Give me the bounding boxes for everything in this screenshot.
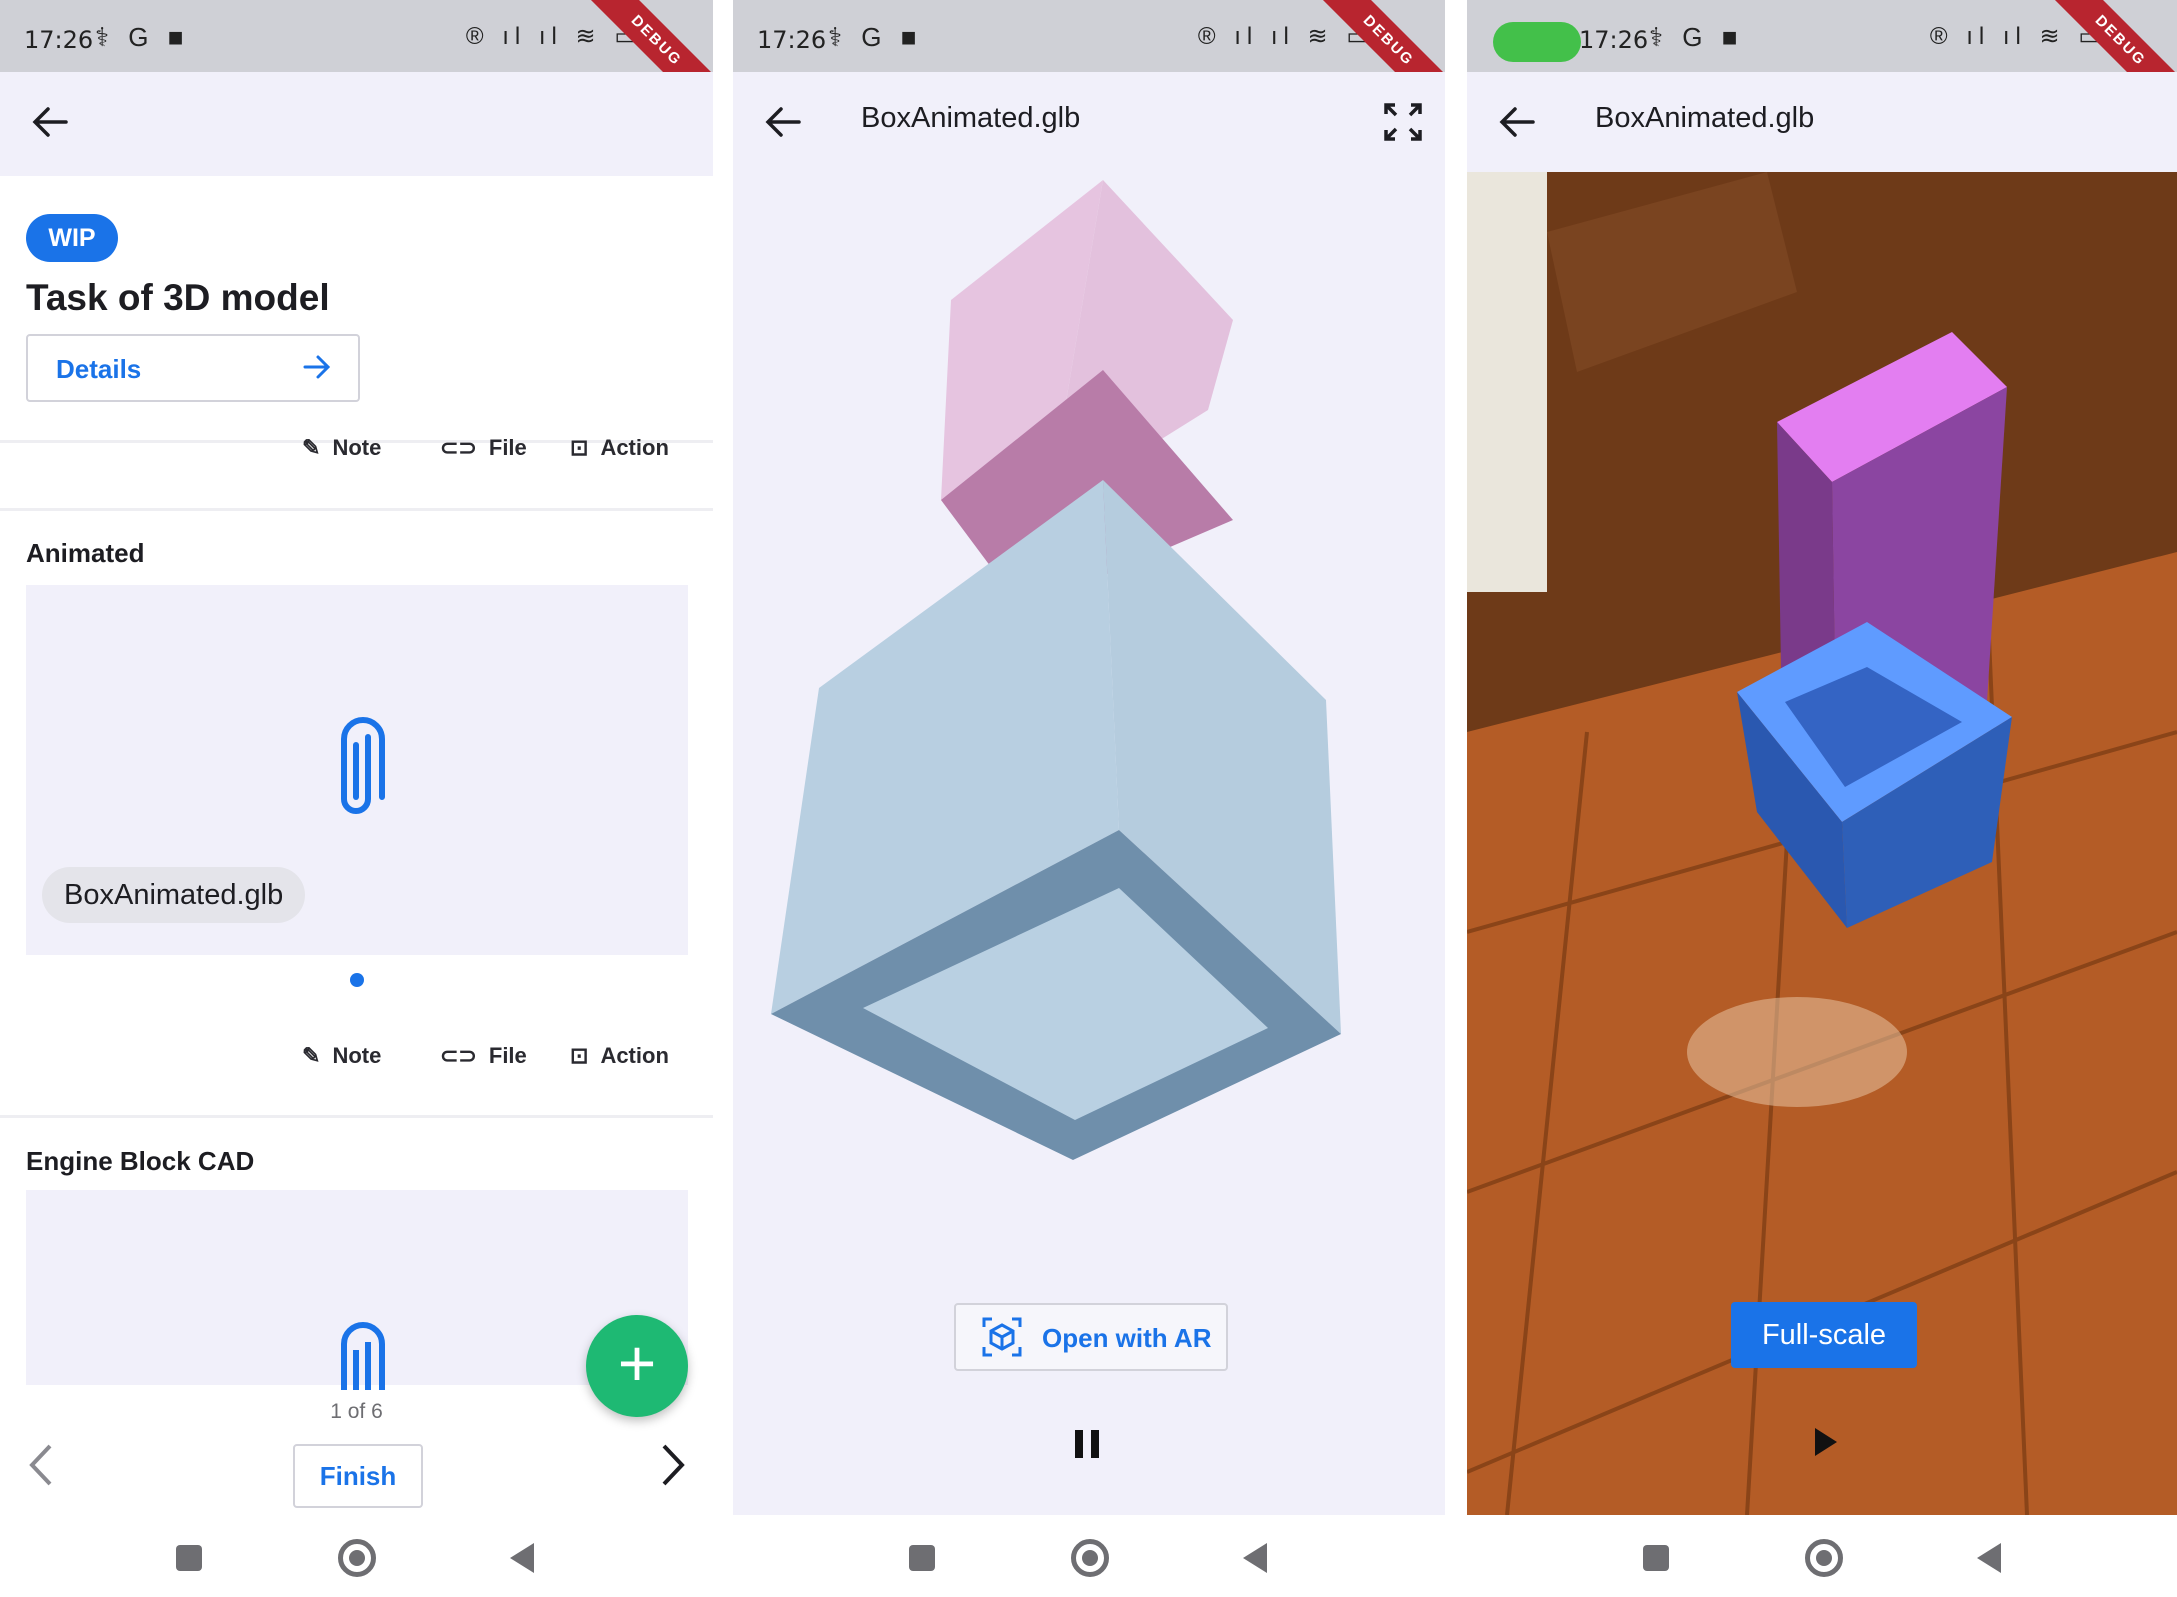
full-scale-button[interactable]: Full-scale bbox=[1731, 1302, 1917, 1368]
back-arrow-icon[interactable] bbox=[761, 100, 805, 144]
back-nav-icon[interactable] bbox=[510, 1543, 534, 1573]
home-icon[interactable] bbox=[1071, 1539, 1109, 1577]
recents-icon[interactable] bbox=[1643, 1545, 1669, 1571]
paperclip-icon bbox=[341, 1322, 385, 1390]
back-nav-icon[interactable] bbox=[1243, 1543, 1267, 1573]
action-label: Action bbox=[600, 435, 669, 460]
ar-screen: 17:26 ⚕ G ■ ® ıl ıl ≋ ▭ DEBUG BoxAnimate… bbox=[1467, 0, 2177, 1597]
file-button[interactable]: ⊂⊃ File bbox=[440, 435, 527, 461]
action-row: ✎ Note ⊂⊃ File ⊡ Action bbox=[0, 1043, 713, 1083]
viewer-title: BoxAnimated.glb bbox=[861, 102, 1081, 134]
camera-feed[interactable]: Full-scale bbox=[1467, 172, 2177, 1515]
status-bar: 17:26 ⚕ G ■ ® ıl ıl ≋ ▭ DEBUG bbox=[733, 0, 1445, 128]
arrow-right-icon bbox=[303, 355, 331, 379]
system-nav-bar bbox=[733, 1515, 1445, 1597]
paperclip-icon: ⊂⊃ bbox=[440, 435, 477, 460]
comment-icon: ⊡ bbox=[570, 435, 589, 460]
page-indicator: 1 of 6 bbox=[330, 1400, 383, 1423]
open-ar-button[interactable]: Open with AR bbox=[954, 1303, 1228, 1371]
carousel-indicator bbox=[350, 973, 364, 987]
file-label: File bbox=[488, 435, 527, 460]
chevron-left-icon[interactable] bbox=[26, 1440, 56, 1490]
note-label: Note bbox=[332, 435, 382, 460]
attachment-chip[interactable]: BoxAnimated.glb bbox=[42, 867, 306, 923]
viewer-screen: 17:26 ⚕ G ■ ® ıl ıl ≋ ▭ DEBUG BoxAnimate… bbox=[733, 0, 1445, 1597]
app-bar bbox=[0, 72, 713, 176]
action-button[interactable]: ⊡ Action bbox=[570, 435, 669, 461]
attachment-card[interactable]: BoxAnimated.glb bbox=[26, 585, 688, 955]
open-ar-label: Open with AR bbox=[1042, 1323, 1212, 1353]
recents-icon[interactable] bbox=[176, 1545, 202, 1571]
recents-icon[interactable] bbox=[909, 1545, 935, 1571]
task-screen: 17:26 ⚕ G ■ ® ıl ıl ≋ ▭ DEBUG WIP Task o… bbox=[0, 0, 713, 1597]
divider bbox=[0, 1115, 713, 1118]
note-button[interactable]: ✎ Note bbox=[302, 435, 381, 461]
home-icon[interactable] bbox=[1805, 1539, 1843, 1577]
chevron-right-icon[interactable] bbox=[658, 1440, 688, 1490]
system-nav-bar bbox=[1467, 1515, 2177, 1597]
back-arrow-icon[interactable] bbox=[1495, 100, 1539, 144]
action-label: Action bbox=[600, 1043, 669, 1068]
app-bar: BoxAnimated.glb bbox=[1467, 72, 2177, 176]
comment-icon: ⊡ bbox=[570, 1043, 589, 1068]
status-left-icons: ⚕ G ■ bbox=[1649, 22, 1744, 52]
camera-in-use-indicator bbox=[1493, 22, 1581, 62]
file-label: File bbox=[488, 1043, 527, 1068]
status-time: 17:26 bbox=[757, 26, 827, 54]
pencil-icon: ✎ bbox=[302, 435, 321, 460]
divider bbox=[0, 508, 713, 511]
finish-button[interactable]: Finish bbox=[293, 1444, 423, 1508]
details-button[interactable]: Details bbox=[26, 334, 360, 402]
file-button[interactable]: ⊂⊃ File bbox=[440, 1043, 527, 1069]
section-title: Animated bbox=[26, 538, 145, 568]
page-title: Task of 3D model bbox=[26, 277, 330, 318]
3d-model-view[interactable] bbox=[733, 170, 1445, 1270]
action-button[interactable]: ⊡ Action bbox=[570, 1043, 669, 1069]
status-left-icons: ⚕ G ■ bbox=[828, 22, 923, 52]
note-label: Note bbox=[332, 1043, 382, 1068]
back-nav-icon[interactable] bbox=[1977, 1543, 2001, 1573]
back-arrow-icon[interactable] bbox=[28, 100, 72, 144]
status-time: 17:26 bbox=[1579, 26, 1649, 54]
status-bar: 17:26 ⚕ G ■ ® ıl ıl ≋ ▭ DEBUG bbox=[0, 0, 713, 128]
home-icon[interactable] bbox=[338, 1539, 376, 1577]
status-bar: 17:26 ⚕ G ■ ® ıl ıl ≋ ▭ DEBUG bbox=[1467, 0, 2177, 128]
status-badge: WIP bbox=[26, 214, 118, 262]
status-left-icons: ⚕ G ■ bbox=[95, 22, 190, 52]
action-row-top: ✎ Note ⊂⊃ File ⊡ Action bbox=[0, 435, 713, 475]
paperclip-icon bbox=[341, 717, 385, 814]
app-bar: BoxAnimated.glb bbox=[733, 72, 1445, 176]
fullscreen-icon[interactable] bbox=[1383, 102, 1423, 142]
play-icon[interactable] bbox=[1815, 1428, 1837, 1456]
system-nav-bar bbox=[0, 1515, 713, 1597]
note-button[interactable]: ✎ Note bbox=[302, 1043, 381, 1069]
details-label: Details bbox=[56, 354, 142, 384]
section-title: Engine Block CAD bbox=[26, 1146, 255, 1176]
paperclip-icon: ⊂⊃ bbox=[440, 1043, 477, 1068]
pencil-icon: ✎ bbox=[302, 1043, 321, 1068]
pause-icon[interactable] bbox=[1073, 1428, 1101, 1460]
ar-title: BoxAnimated.glb bbox=[1595, 102, 1815, 134]
ar-cube-icon bbox=[982, 1317, 1022, 1357]
status-time: 17:26 bbox=[24, 26, 94, 54]
